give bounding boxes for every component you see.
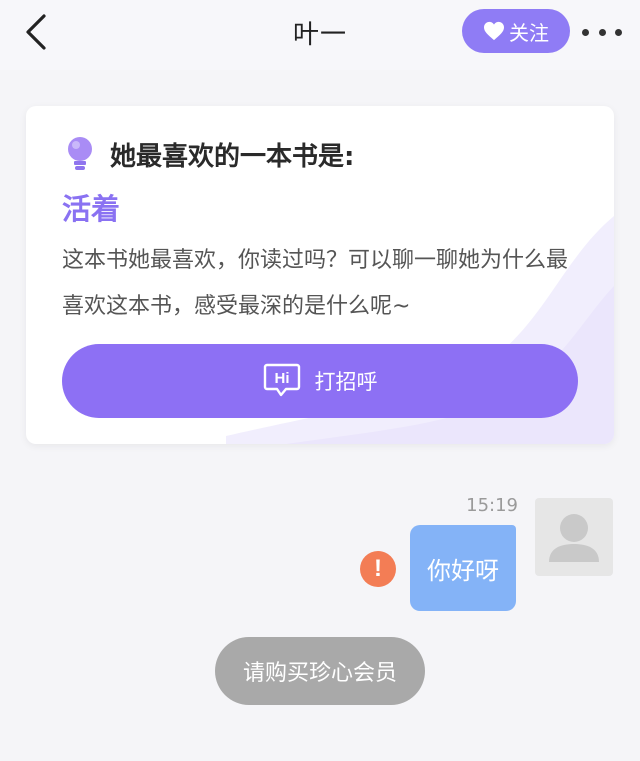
header-bar: 叶一 关注 bbox=[0, 0, 640, 70]
card-heading-row: 她最喜欢的一本书是: bbox=[64, 134, 354, 174]
follow-label: 关注 bbox=[509, 20, 549, 45]
send-failed-icon[interactable]: ! bbox=[360, 551, 396, 587]
user-placeholder-icon bbox=[549, 514, 599, 562]
hi-icon-text: Hi bbox=[274, 370, 289, 387]
say-hi-label: 打招呼 bbox=[314, 370, 378, 394]
dot-icon bbox=[582, 28, 589, 36]
send-failed-mark: ! bbox=[374, 555, 382, 582]
message-bubble[interactable]: 你好呀 bbox=[410, 525, 516, 611]
card-heading: 她最喜欢的一本书是: bbox=[110, 141, 355, 172]
follow-button[interactable]: 关注 bbox=[462, 9, 570, 53]
chat-page: 叶一 关注 她最喜欢的一本书是: 活着 这本书她最喜欢，你读过吗？可以聊一聊她为… bbox=[0, 0, 640, 761]
hi-speech-icon: Hi bbox=[263, 363, 300, 397]
dot-icon bbox=[615, 28, 622, 36]
more-options-button[interactable] bbox=[582, 24, 622, 40]
favorite-book-card: 她最喜欢的一本书是: 活着 这本书她最喜欢，你读过吗？可以聊一聊她为什么最喜欢这… bbox=[26, 106, 614, 444]
message-timestamp: 15:19 bbox=[466, 495, 518, 516]
card-description: 这本书她最喜欢，你读过吗？可以聊一聊她为什么最喜欢这本书，感受最深的是什么呢~ bbox=[62, 248, 569, 319]
avatar[interactable] bbox=[535, 498, 613, 576]
book-title: 活着 bbox=[62, 192, 121, 226]
say-hi-button[interactable]: Hi 打招呼 bbox=[62, 344, 578, 418]
message-text: 你好呀 bbox=[427, 556, 499, 585]
notice-text: 请购买珍心会员 bbox=[242, 661, 397, 686]
dot-icon bbox=[598, 28, 606, 36]
heart-icon bbox=[484, 21, 504, 41]
lightbulb-icon bbox=[68, 137, 92, 170]
membership-notice: 请购买珍心会员 bbox=[215, 637, 425, 705]
